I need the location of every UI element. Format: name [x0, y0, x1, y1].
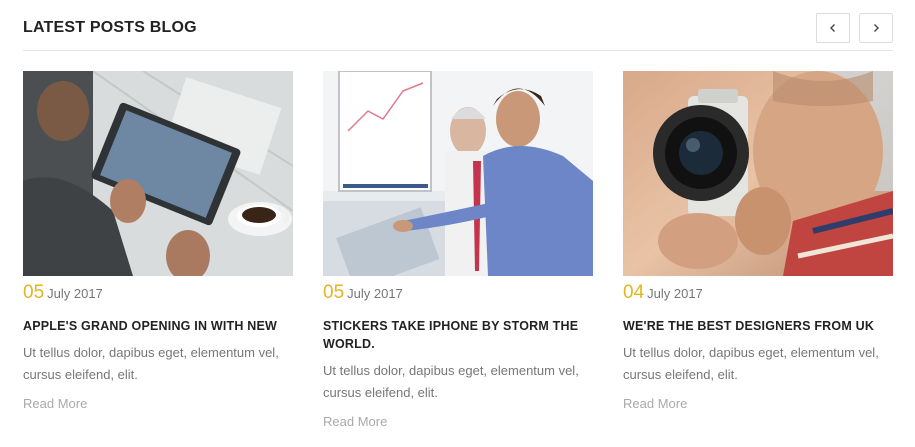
chevron-right-icon [874, 24, 879, 32]
post-image-link[interactable] [23, 71, 293, 276]
post-excerpt: Ut tellus dolor, dapibus eget, elementum… [323, 363, 579, 400]
post-date: 04 July 2017 [623, 282, 893, 304]
section-title: LATEST POSTS BLOG [23, 19, 197, 36]
post-date-day: 04 [623, 282, 645, 303]
camera-operator-photo [623, 71, 893, 276]
post-title[interactable]: STICKERS TAKE IPHONE BY STORM THE WORLD. [323, 317, 593, 353]
business-meeting-photo [323, 71, 593, 276]
carousel-prev-button[interactable] [816, 13, 850, 43]
carousel-next-button[interactable] [859, 13, 893, 43]
read-more-link[interactable]: Read More [623, 396, 687, 411]
post-excerpt: Ut tellus dolor, dapibus eget, elementum… [23, 345, 279, 382]
post-date: 05 July 2017 [323, 282, 593, 304]
post-date-month: July 2017 [347, 286, 403, 301]
post-date-day: 05 [23, 282, 45, 303]
section-header: LATEST POSTS BLOG [23, 0, 893, 51]
post-title[interactable]: APPLE'S GRAND OPENING IN WITH NEW [23, 317, 293, 335]
post-date-day: 05 [323, 282, 345, 303]
chevron-left-icon [830, 24, 835, 32]
post-date-month: July 2017 [47, 286, 103, 301]
post-excerpt: Ut tellus dolor, dapibus eget, elementum… [623, 345, 879, 382]
post-date-month: July 2017 [647, 286, 703, 301]
post-date: 05 July 2017 [23, 282, 293, 304]
post-title[interactable]: WE'RE THE BEST DESIGNERS FROM UK [623, 317, 893, 335]
read-more-link[interactable]: Read More [23, 396, 87, 411]
post-image-link[interactable] [623, 71, 893, 276]
blog-post-card: 05 July 2017 APPLE'S GRAND OPENING IN WI… [23, 71, 293, 413]
blog-post-card: 05 July 2017 STICKERS TAKE IPHONE BY STO… [323, 71, 593, 431]
tablet-coffee-photo [23, 71, 293, 276]
blog-post-card: 04 July 2017 WE'RE THE BEST DESIGNERS FR… [623, 71, 893, 413]
read-more-link[interactable]: Read More [323, 414, 387, 429]
post-image-link[interactable] [323, 71, 593, 276]
